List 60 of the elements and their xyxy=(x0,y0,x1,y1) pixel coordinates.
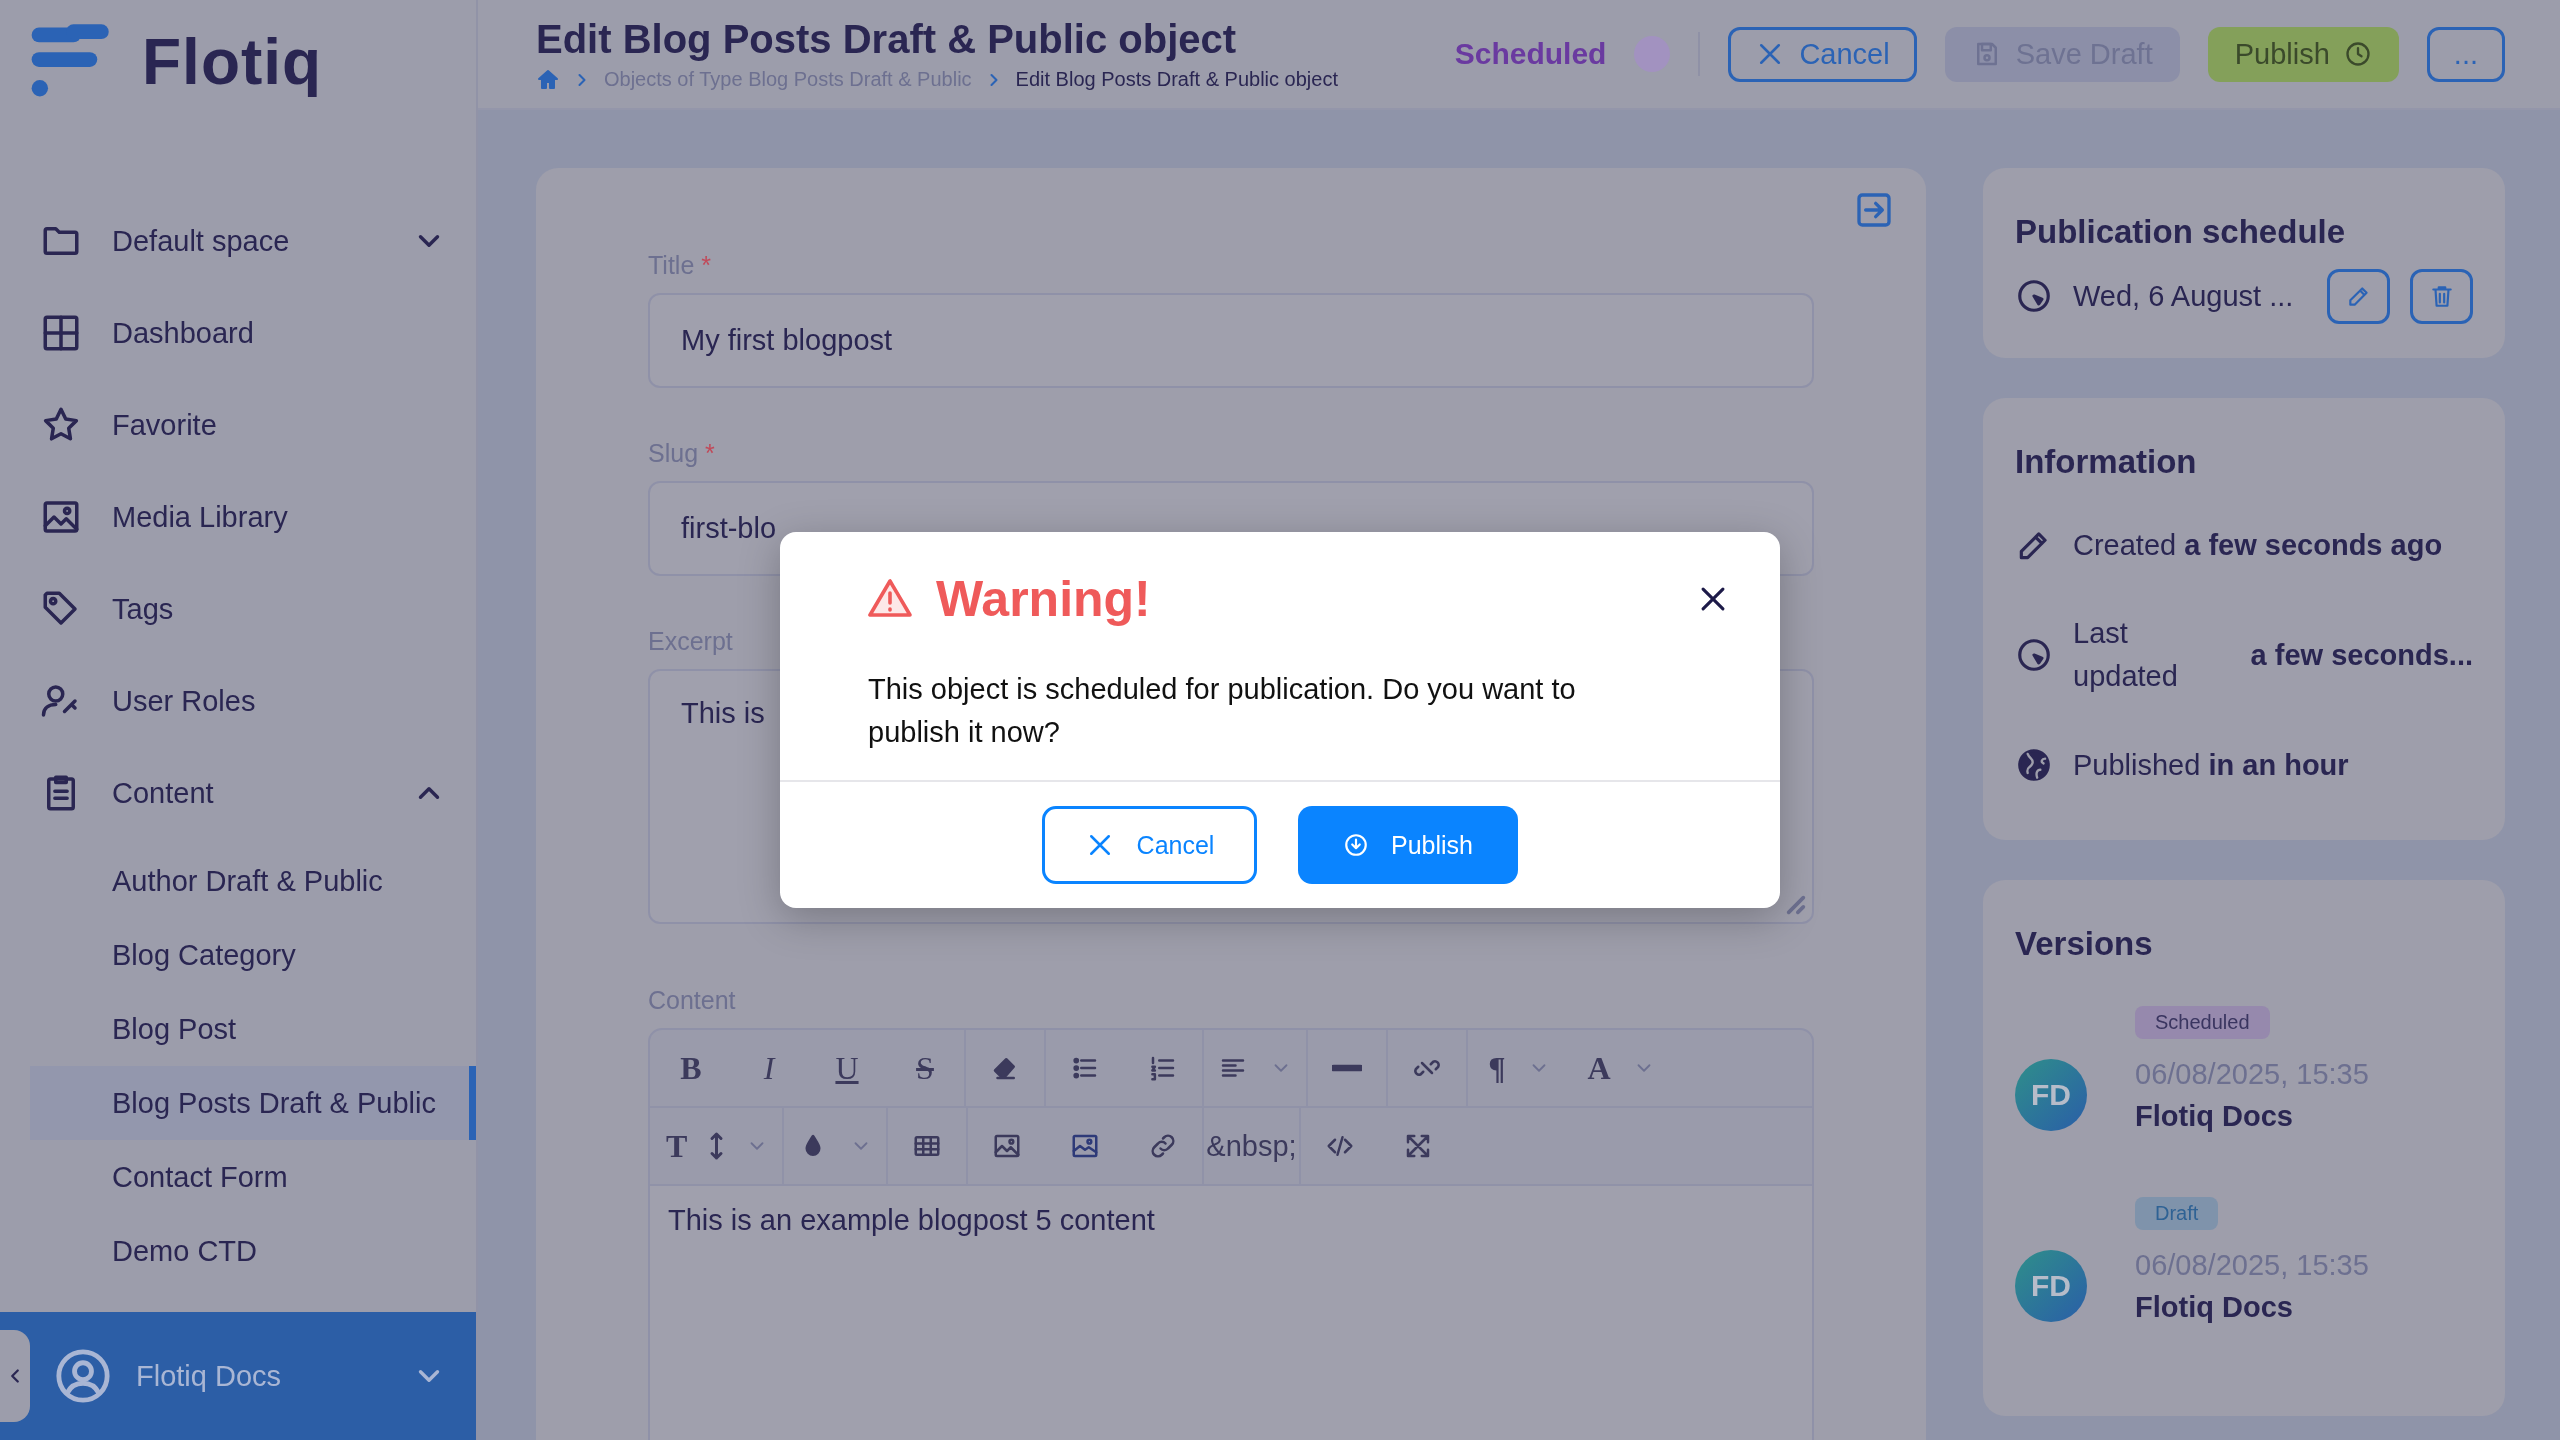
info-text: Created a few seconds ago xyxy=(2073,528,2443,562)
avatar: FD xyxy=(2015,1250,2087,1322)
card-title: Information xyxy=(2015,442,2198,482)
info-value: a few seconds... xyxy=(2250,638,2473,672)
content-type-item[interactable]: Demo CTD xyxy=(30,1214,476,1288)
dialog-message: This object is scheduled for publication. Do you want to publish it now? xyxy=(867,672,1577,750)
text-field[interactable]: My first blogpost xyxy=(648,293,1814,388)
info-text: Published in an hour xyxy=(2073,748,2349,782)
content-type-item[interactable]: Blog Post xyxy=(30,992,476,1066)
textsize-tool[interactable]: T xyxy=(652,1108,783,1184)
nav-item[interactable]: Tags xyxy=(112,592,446,626)
nav-item[interactable]: User Roles xyxy=(112,684,446,718)
nav-item[interactable]: Dashboard xyxy=(112,316,446,350)
page-title: Edit Blog Posts Draft & Public object xyxy=(536,16,1238,62)
sidebar-toggle-icon[interactable] xyxy=(1854,190,1894,230)
delete-button[interactable] xyxy=(2410,268,2473,324)
globe-icon xyxy=(2015,746,2053,784)
publish-button[interactable]: Publish xyxy=(2207,26,2399,82)
avatar: FD xyxy=(2015,1059,2087,1131)
nbsp-tool[interactable]: &nbsp; xyxy=(1204,1108,1299,1184)
content-type-item[interactable]: Author Draft & Public xyxy=(30,844,476,918)
cancel-button[interactable]: Cancel xyxy=(1042,806,1257,884)
arrows-updown-icon xyxy=(709,1131,725,1161)
status-label: Scheduled xyxy=(1454,37,1607,71)
content-type-item[interactable]: Blog Posts Draft & Public xyxy=(30,1066,476,1140)
logo-text: Flotiq xyxy=(142,25,323,99)
user-name[interactable]: Flotiq Docs xyxy=(136,1359,388,1393)
nav-item[interactable]: Favorite xyxy=(112,408,446,442)
font-tool[interactable]: A xyxy=(1570,1030,1672,1106)
nav-item[interactable]: Media Library xyxy=(112,500,446,534)
strike-tool[interactable]: S xyxy=(886,1030,964,1106)
underline-tool[interactable]: U xyxy=(808,1030,886,1106)
version-author: Flotiq Docs xyxy=(2135,1099,2294,1134)
resize-grip-icon xyxy=(1785,894,1807,916)
card-title: Versions xyxy=(2015,924,2154,964)
clock-icon xyxy=(2343,40,2372,68)
user-avatar-icon xyxy=(54,1347,112,1405)
edit-button[interactable] xyxy=(2327,268,2390,324)
collapse-tab[interactable] xyxy=(0,1330,30,1422)
space-selector[interactable]: Default space xyxy=(112,224,382,258)
card-title: Publication schedule xyxy=(2015,212,2347,252)
bold-tool[interactable]: B xyxy=(652,1030,730,1106)
info-label: Last updated xyxy=(2073,616,2179,694)
rule-icon xyxy=(1332,1064,1362,1072)
schedule-date: Wed, 6 August ... xyxy=(2073,279,2295,313)
breadcrumb-current: Edit Blog Posts Draft & Public object xyxy=(1015,68,1338,91)
clock-icon xyxy=(2015,636,2053,674)
content-type-item[interactable]: Blog Category xyxy=(30,918,476,992)
content-type-item[interactable]: Contact Form xyxy=(30,1140,476,1214)
publish-button[interactable]: Publish xyxy=(1298,806,1518,884)
status-tag: Scheduled xyxy=(2135,1006,2270,1039)
download-circle-icon xyxy=(1343,832,1369,858)
italic-tool[interactable]: I xyxy=(730,1030,808,1106)
paragraph-tool[interactable]: ¶ xyxy=(1468,1030,1570,1106)
clock-icon xyxy=(2015,277,2053,315)
rich-text-editor[interactable]: This is an example blogpost 5 content xyxy=(650,1186,1812,1440)
nav-item[interactable]: Content xyxy=(112,776,382,810)
home-icon[interactable] xyxy=(536,67,560,92)
status-tag: Draft xyxy=(2135,1197,2219,1230)
version-author: Flotiq Docs xyxy=(2135,1290,2294,1325)
